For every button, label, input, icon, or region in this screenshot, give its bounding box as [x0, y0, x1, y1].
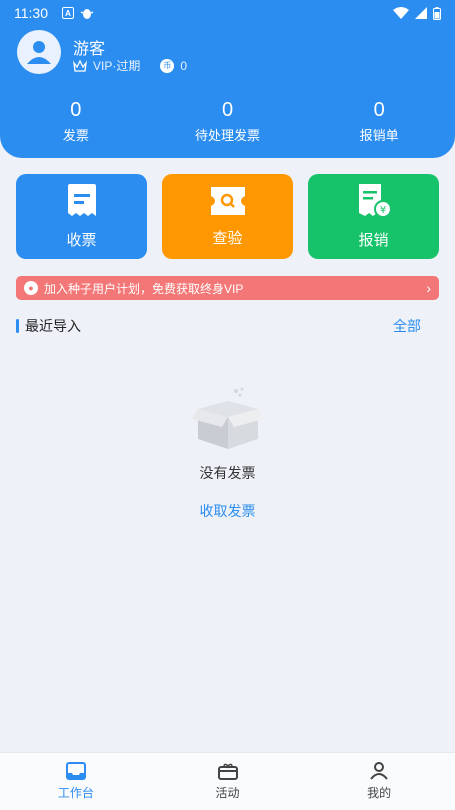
battery-icon: [433, 6, 441, 20]
tab-label: 我的: [367, 786, 392, 800]
status-time: 11:30: [14, 5, 48, 21]
vip-row[interactable]: VIP·过期 币 0: [73, 57, 187, 74]
tab-activity[interactable]: 活动: [152, 753, 304, 810]
crown-icon: [73, 59, 87, 72]
gift-box-icon: [217, 763, 238, 780]
stat-reimbursements[interactable]: 0 报销单: [303, 97, 455, 144]
receipt-icon: [67, 184, 96, 216]
stat-value: 0: [373, 99, 385, 121]
coin-count: 0: [180, 58, 188, 73]
stat-label: 待处理发票: [195, 128, 261, 143]
recent-section-header: 最近导入 全部: [16, 316, 421, 336]
user-avatar-icon: [27, 41, 51, 64]
stat-value: 0: [221, 99, 234, 121]
stats-row: 0 发票 0 待处理发票 0 报销单: [0, 97, 455, 144]
stat-invoices[interactable]: 0 发票: [0, 97, 152, 144]
reimburse-button[interactable]: ¥ 报销: [308, 174, 439, 259]
receive-invoice-button[interactable]: 收票: [16, 174, 147, 259]
promo-banner[interactable]: ● 加入种子用户计划，免费获取终身VIP ›: [16, 276, 439, 300]
bottom-tab-bar: 工作台 活动 我的: [0, 752, 455, 810]
section-accent-bar: [16, 319, 19, 333]
empty-text: 没有发票: [199, 465, 256, 481]
status-bar: 11:30 A: [0, 0, 455, 26]
reimbursement-icon: ¥: [358, 184, 392, 218]
stat-value: 0: [70, 99, 82, 121]
vip-status: VIP·过期: [93, 59, 141, 73]
promo-text: 加入种子用户计划，免费获取终身VIP: [44, 281, 244, 296]
view-all-link[interactable]: 全部: [393, 316, 421, 336]
action-label: 收票: [66, 232, 97, 249]
signal-icon: [415, 7, 427, 19]
stat-pending[interactable]: 0 待处理发票: [152, 97, 304, 144]
notification-a-icon: A: [62, 7, 74, 19]
empty-state: 没有发票 收取发票: [0, 385, 455, 521]
user-icon: [370, 762, 388, 780]
svg-text:¥: ¥: [379, 205, 385, 216]
action-label: 查验: [212, 230, 243, 247]
coin-icon: 币: [160, 58, 175, 73]
tab-workbench[interactable]: 工作台: [0, 753, 152, 810]
verify-invoice-button[interactable]: 查验: [162, 174, 293, 259]
empty-box-icon: [191, 387, 264, 449]
tab-profile[interactable]: 我的: [303, 753, 455, 810]
wifi-icon: [393, 7, 409, 19]
stat-label: 发票: [62, 128, 89, 143]
tab-label: 工作台: [57, 786, 94, 800]
seed-icon: ●: [24, 281, 38, 295]
avatar[interactable]: [17, 30, 61, 74]
inbox-icon: [65, 762, 86, 780]
stat-label: 报销单: [359, 128, 399, 143]
action-cards: 收票 查验 ¥ 报销: [16, 174, 439, 259]
chevron-right-icon: ›: [426, 280, 431, 296]
recent-title: 最近导入: [25, 318, 81, 334]
action-label: 报销: [358, 232, 389, 249]
collect-invoice-link[interactable]: 收取发票: [200, 501, 256, 521]
username: 游客: [73, 41, 106, 58]
ticket-search-icon: [210, 187, 245, 215]
tab-label: 活动: [215, 786, 240, 800]
bug-icon: [80, 9, 94, 19]
